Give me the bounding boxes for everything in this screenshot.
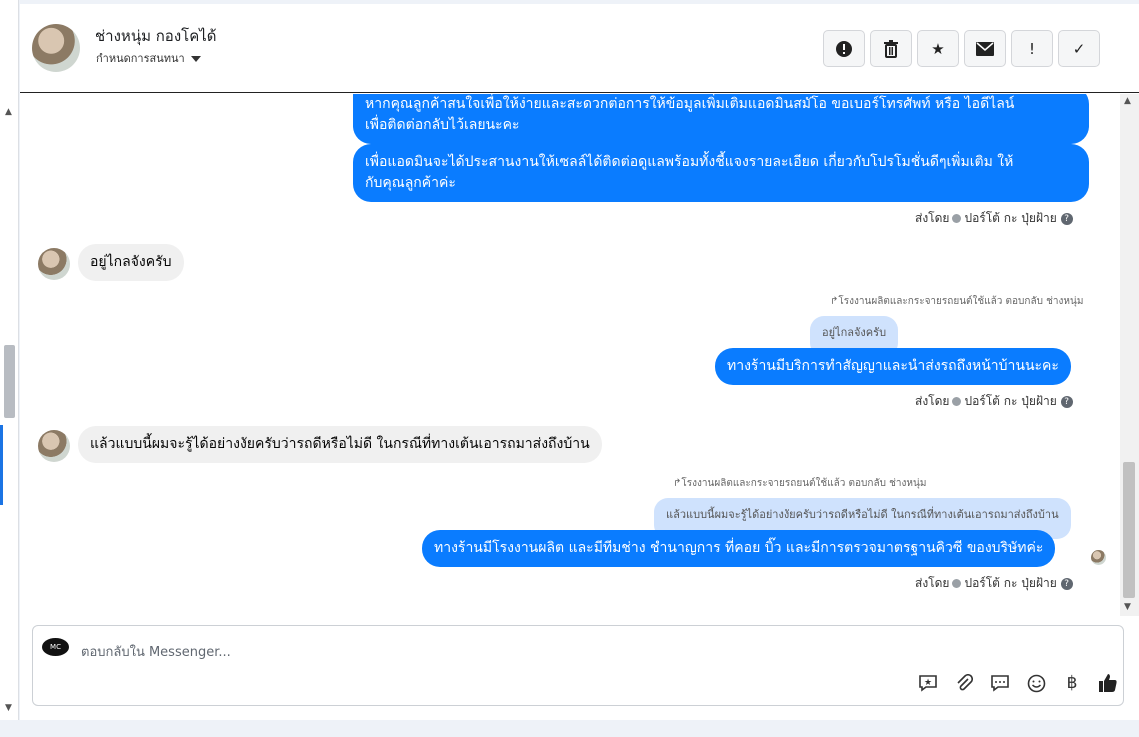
caret-down-icon [190,56,201,62]
saved-reply-icon[interactable]: ★ [910,672,946,694]
active-indicator [0,425,3,505]
incoming-message[interactable]: แล้วแบบนี้ผมจะรู้ได้อย่างงัยครับว่ารถดีห… [78,426,602,463]
messenger-app: ▲ ▼ ช่างหนุ่ม กองโคได้ กำหนดการสนทนา ★ !… [0,0,1139,737]
assign-label: กำหนดการสนทนา [96,52,185,65]
reply-context-note: ↱โรงงานผลิตและกระจายรถยนต์ใช้แล้ว ตอบกลั… [830,294,1083,309]
left-scrollbar-thumb[interactable] [4,345,15,418]
verified-icon [952,214,962,223]
contact-name[interactable]: ช่างหนุ่ม กองโคได้ [95,24,217,48]
sent-by-label: ส่งโดย [915,211,950,225]
reply-note-text: โรงงานผลิตและกระจายรถยนต์ใช้แล้ว ตอบกลับ… [681,478,927,489]
sender-name: ปอร์โต้ กะ ปุ่ยฝ้าย [964,394,1057,408]
svg-text:★: ★ [924,678,932,688]
thread-scrollbar[interactable]: ▲ ▼ [1120,94,1139,616]
chat-bubble-icon[interactable] [982,672,1018,694]
envelope-icon[interactable] [964,30,1006,67]
message-composer[interactable]: MC ตอบกลับใน Messenger... ★ ฿ [32,625,1124,706]
reply-note-text: โรงงานผลิตและกระจายรถยนต์ใช้แล้ว ตอบกลับ… [838,296,1084,307]
scroll-up-arrow-icon[interactable]: ▲ [5,107,12,117]
header-toolbar: ★ ! ✓ [823,30,1100,67]
incoming-message[interactable]: อยู่ไกลจังครับ [78,244,184,281]
message-thread[interactable]: หากคุณลูกค้าสนใจเพื่อให้ง่ายและสะดวกต่อก… [20,94,1120,616]
message-text: เพื่อติดต่อกลับไว้เลยนะคะ [365,117,520,133]
emoji-icon[interactable] [1018,672,1054,694]
sender-name: ปอร์โต้ กะ ปุ่ยฝ้าย [964,211,1057,225]
conversation-panel: ช่างหนุ่ม กองโคได้ กำหนดการสนทนา ★ ! ✓ ห… [20,4,1139,720]
verified-icon [952,397,962,406]
like-icon[interactable] [1090,672,1126,694]
reply-context-note: ↱โรงงานผลิตและกระจายรถยนต์ใช้แล้ว ตอบกลั… [673,476,926,491]
outgoing-message[interactable]: เพื่อแอดมินจะได้ประสานงานให้เซลล์ได้ติดต… [353,144,1089,202]
conversation-header: ช่างหนุ่ม กองโคได้ กำหนดการสนทนา ★ ! ✓ [20,4,1139,93]
left-scroll-rail[interactable]: ▲ ▼ [0,0,19,720]
verified-icon [952,579,962,588]
alert-circle-icon[interactable] [823,30,865,67]
scroll-down-arrow-icon[interactable]: ▼ [1124,602,1131,612]
seen-avatar [1091,550,1106,565]
scroll-up-arrow-icon[interactable]: ▲ [1124,96,1131,106]
composer-placeholder[interactable]: ตอบกลับใน Messenger... [81,641,231,662]
contact-avatar [38,430,70,462]
help-icon[interactable]: ? [1060,577,1073,590]
check-icon[interactable]: ✓ [1058,30,1100,67]
scroll-down-arrow-icon[interactable]: ▼ [5,703,12,713]
sender-name: ปอร์โต้ กะ ปุ่ยฝ้าย [964,576,1057,590]
baht-icon[interactable]: ฿ [1054,672,1090,694]
outgoing-message[interactable]: หากคุณลูกค้าสนใจเพื่อให้ง่ายและสะดวกต่อก… [353,94,1089,144]
exclamation-icon[interactable]: ! [1011,30,1053,67]
thread-scrollbar-thumb[interactable] [1123,462,1135,598]
sent-by-meta: ส่งโดย ปอร์โต้ กะ ปุ่ยฝ้าย ? [915,392,1073,411]
sent-by-label: ส่งโดย [915,576,950,590]
trash-icon[interactable] [870,30,912,67]
message-text: กับคุณลูกค้าค่ะ [365,175,456,191]
page-logo-avatar: MC [42,638,69,656]
contact-avatar[interactable] [32,24,80,72]
contact-avatar [38,248,70,280]
outgoing-message[interactable]: ทางร้านมีบริการทำสัญญาและนำส่งรถถึงหน้าบ… [715,348,1071,385]
help-icon[interactable]: ? [1060,212,1073,225]
assign-conversation-dropdown[interactable]: กำหนดการสนทนา [96,49,201,67]
sent-by-meta: ส่งโดย ปอร์โต้ กะ ปุ่ยฝ้าย ? [915,209,1073,228]
star-icon[interactable]: ★ [917,30,959,67]
sent-by-meta: ส่งโดย ปอร์โต้ กะ ปุ่ยฝ้าย ? [915,574,1073,593]
outgoing-message[interactable]: ทางร้านมีโรงงานผลิต และมีทีมช่าง ชำนาญกา… [422,530,1056,567]
sent-by-label: ส่งโดย [915,394,950,408]
paperclip-icon[interactable] [946,672,982,694]
message-text: หากคุณลูกค้าสนใจเพื่อให้ง่ายและสะดวกต่อก… [365,96,1015,112]
help-icon[interactable]: ? [1060,395,1073,408]
message-text: เพื่อแอดมินจะได้ประสานงานให้เซลล์ได้ติดต… [365,154,1014,170]
composer-toolbar: ★ ฿ [910,672,1126,694]
